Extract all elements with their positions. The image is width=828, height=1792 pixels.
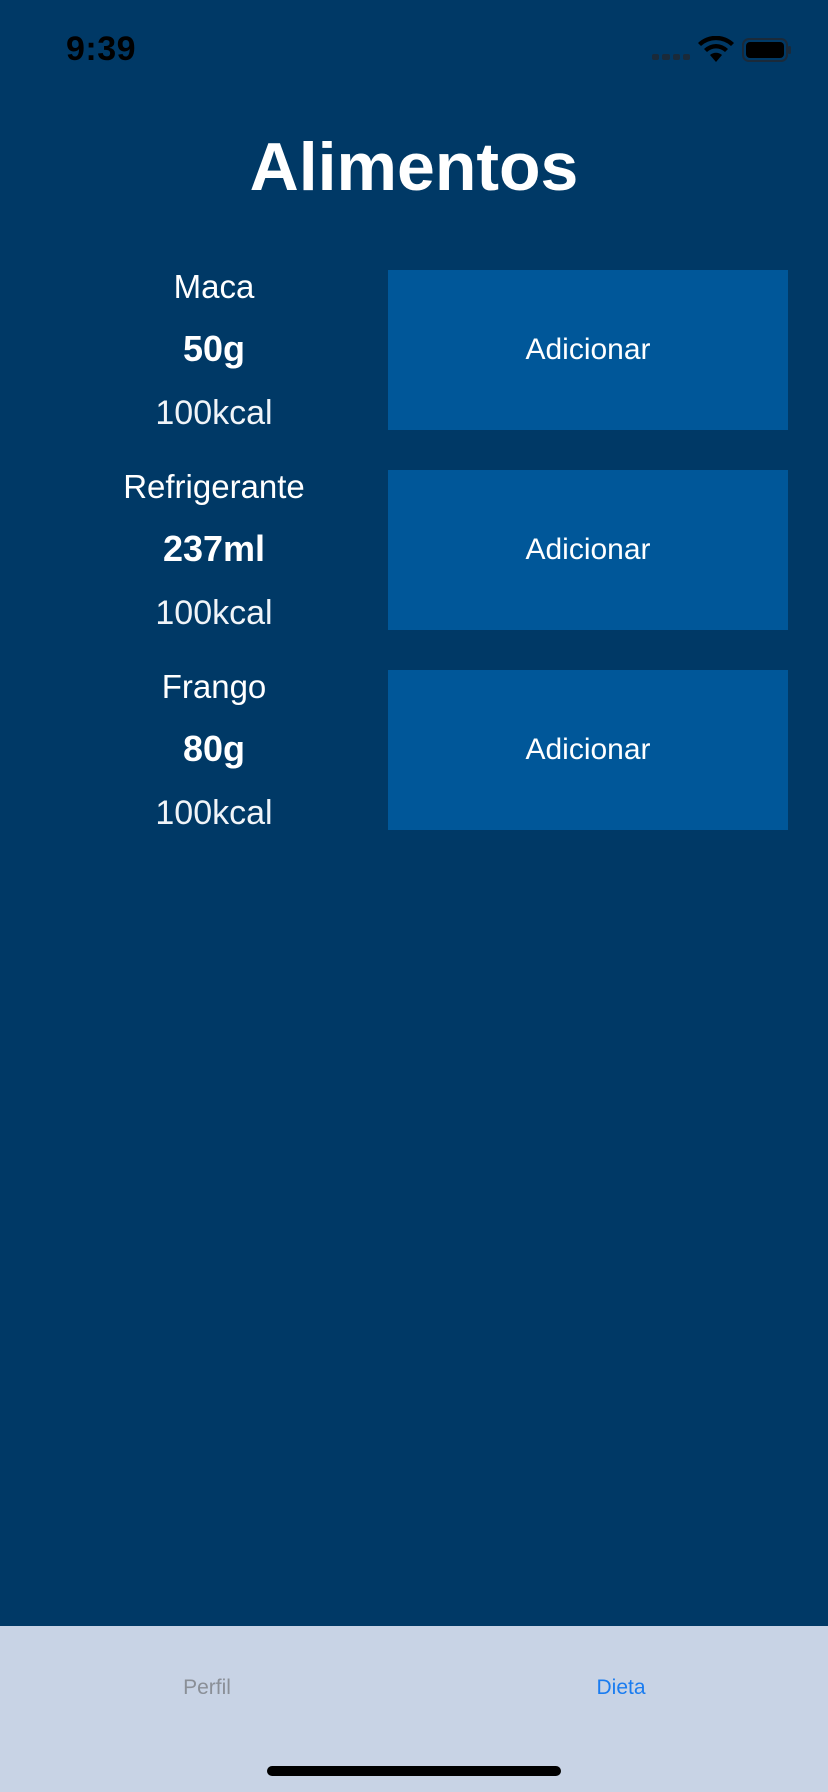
- food-info: Frango 80g 100kcal: [0, 668, 428, 848]
- food-row-frango: Frango 80g 100kcal Adicionar: [0, 668, 828, 832]
- tab-perfil[interactable]: Perfil: [0, 1676, 414, 1726]
- food-amount: 80g: [182, 728, 246, 769]
- page-title: Alimentos: [249, 129, 579, 205]
- status-time: 9:39: [66, 30, 137, 68]
- food-amount: 237ml: [162, 528, 266, 569]
- food-name: Frango: [161, 668, 267, 705]
- food-name: Refrigerante: [123, 468, 305, 505]
- battery-icon: [742, 38, 791, 62]
- status-bar: 9:39: [0, 0, 828, 100]
- food-amount: 50g: [182, 328, 246, 369]
- add-button-frango[interactable]: Adicionar: [388, 670, 788, 830]
- food-name: Maca: [173, 268, 255, 305]
- food-info: Maca 50g 100kcal: [0, 268, 428, 448]
- food-kcal: 100kcal: [155, 794, 273, 832]
- food-kcal: 100kcal: [155, 594, 273, 632]
- food-kcal: 100kcal: [155, 394, 273, 432]
- wifi-icon: [698, 36, 734, 62]
- food-info: Refrigerante 237ml 100kcal: [0, 468, 428, 648]
- tab-dieta[interactable]: Dieta: [414, 1676, 828, 1726]
- add-button-maca[interactable]: Adicionar: [388, 270, 788, 430]
- food-row-maca: Maca 50g 100kcal Adicionar: [0, 268, 828, 432]
- food-row-refrigerante: Refrigerante 237ml 100kcal Adicionar: [0, 468, 828, 632]
- add-button-refrigerante[interactable]: Adicionar: [388, 470, 788, 630]
- signal-icon: [652, 54, 690, 62]
- home-indicator[interactable]: [267, 1766, 561, 1776]
